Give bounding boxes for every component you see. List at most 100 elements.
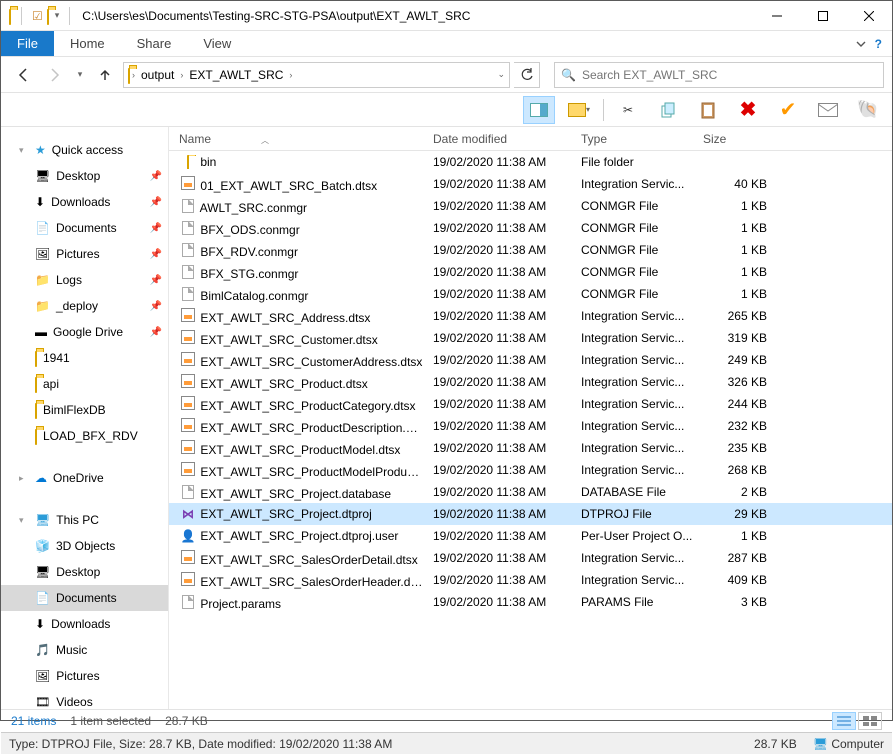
file-name: EXT_AWLT_SRC_SalesOrderDetail.dtsx [200, 553, 417, 567]
qat-properties-icon[interactable]: ☑ [32, 9, 43, 23]
file-row[interactable]: ⋈ EXT_AWLT_SRC_Project.dtproj19/02/2020 … [169, 503, 892, 525]
file-row[interactable]: BFX_RDV.conmgr19/02/2020 11:38 AMCONMGR … [169, 239, 892, 261]
back-button[interactable] [9, 61, 37, 89]
details-view-button[interactable] [832, 712, 856, 730]
item-label: Documents [56, 221, 117, 235]
preview-pane-button[interactable] [523, 96, 555, 124]
file-row[interactable]: EXT_AWLT_SRC_Project.database19/02/2020 … [169, 481, 892, 503]
column-type[interactable]: Type [571, 132, 693, 146]
details-pane-button[interactable]: ▾ [563, 96, 595, 124]
shell-icon[interactable]: 🐚 [852, 96, 884, 124]
search-box[interactable]: 🔍 [554, 62, 884, 88]
file-row[interactable]: 👤 EXT_AWLT_SRC_Project.dtproj.user19/02/… [169, 525, 892, 547]
sidebar-item[interactable]: 🎵Music [1, 637, 168, 663]
help-icon[interactable]: ? [875, 37, 882, 51]
file-row[interactable]: EXT_AWLT_SRC_CustomerAddress.dtsx19/02/2… [169, 349, 892, 371]
up-button[interactable] [91, 61, 119, 89]
file-row[interactable]: Project.params19/02/2020 11:38 AMPARAMS … [169, 591, 892, 613]
item-icon: 📄 [35, 221, 50, 235]
file-date: 19/02/2020 11:38 AM [423, 353, 571, 367]
file-tab[interactable]: File [1, 31, 54, 56]
file-row[interactable]: EXT_AWLT_SRC_SalesOrderHeader.dtsx19/02/… [169, 569, 892, 591]
item-icon: ⬇ [35, 617, 45, 631]
tab-home[interactable]: Home [54, 31, 121, 56]
tab-share[interactable]: Share [121, 31, 188, 56]
column-size[interactable]: Size [693, 132, 783, 146]
this-pc-header[interactable]: ▾🖥This PC [1, 507, 168, 533]
onedrive-header[interactable]: ▸☁OneDrive [1, 465, 168, 491]
sidebar-item[interactable]: api [1, 371, 168, 397]
rename-button[interactable]: ✔ [772, 96, 804, 124]
sidebar-item[interactable]: 🎞Videos [1, 689, 168, 709]
chevron-right-icon[interactable]: › [180, 70, 183, 80]
item-label: 3D Objects [56, 539, 115, 553]
quick-access-header[interactable]: ▾★Quick access [1, 137, 168, 163]
sidebar-item[interactable]: 🖼Pictures [1, 663, 168, 689]
recent-locations-button[interactable]: ▾ [73, 61, 87, 89]
thumbnails-view-button[interactable] [858, 712, 882, 730]
sidebar-item[interactable]: 🖼Pictures📌 [1, 241, 168, 267]
file-row[interactable]: BimlCatalog.conmgr19/02/2020 11:38 AMCON… [169, 283, 892, 305]
breadcrumb-output[interactable]: output [137, 68, 178, 82]
sidebar-item[interactable]: ▬Google Drive📌 [1, 319, 168, 345]
file-row[interactable]: EXT_AWLT_SRC_Address.dtsx19/02/2020 11:3… [169, 305, 892, 327]
file-row[interactable]: EXT_AWLT_SRC_Product.dtsx19/02/2020 11:3… [169, 371, 892, 393]
file-row[interactable]: bin19/02/2020 11:38 AMFile folder [169, 151, 892, 173]
sidebar-item[interactable]: 🧊3D Objects [1, 533, 168, 559]
sidebar-item[interactable]: 🖥Desktop [1, 559, 168, 585]
file-row[interactable]: EXT_AWLT_SRC_ProductModelProductDe...19/… [169, 459, 892, 481]
item-icon: 🖥 [35, 565, 50, 579]
address-bar[interactable]: › output › EXT_AWLT_SRC › ⌄ [123, 62, 510, 88]
search-input[interactable] [582, 68, 877, 82]
sidebar-item[interactable]: 📁Logs📌 [1, 267, 168, 293]
sidebar-item[interactable]: ⬇Downloads📌 [1, 189, 168, 215]
sidebar-item[interactable]: BimlFlexDB [1, 397, 168, 423]
file-row[interactable]: EXT_AWLT_SRC_ProductCategory.dtsx19/02/2… [169, 393, 892, 415]
file-row[interactable]: EXT_AWLT_SRC_SalesOrderDetail.dtsx19/02/… [169, 547, 892, 569]
item-icon: 📁 [35, 299, 50, 313]
chevron-right-icon[interactable]: › [132, 70, 135, 80]
file-row[interactable]: 01_EXT_AWLT_SRC_Batch.dtsx19/02/2020 11:… [169, 173, 892, 195]
sidebar-item[interactable]: 1941 [1, 345, 168, 371]
file-name: BFX_RDV.conmgr [200, 245, 298, 259]
address-dropdown-icon[interactable]: ⌄ [497, 69, 505, 80]
file-row[interactable]: AWLT_SRC.conmgr19/02/2020 11:38 AMCONMGR… [169, 195, 892, 217]
file-date: 19/02/2020 11:38 AM [423, 375, 571, 389]
file-icon [179, 396, 197, 413]
file-row[interactable]: BFX_STG.conmgr19/02/2020 11:38 AMCONMGR … [169, 261, 892, 283]
delete-button[interactable]: ✖ [732, 96, 764, 124]
chevron-right-icon[interactable]: › [289, 70, 292, 80]
file-row[interactable]: BFX_ODS.conmgr19/02/2020 11:38 AMCONMGR … [169, 217, 892, 239]
qat-newfolder-icon[interactable] [47, 9, 49, 23]
qat-dropdown-icon[interactable]: ▾ [55, 10, 60, 21]
refresh-button[interactable] [514, 62, 540, 88]
email-button[interactable] [812, 96, 844, 124]
paste-button[interactable] [692, 96, 724, 124]
file-date: 19/02/2020 11:38 AM [423, 155, 571, 169]
forward-button[interactable] [41, 61, 69, 89]
command-toolbar: ▾ ✂ ✖ ✔ 🐚 [1, 93, 892, 127]
sidebar-item[interactable]: 📄 Documents 📌 [1, 215, 168, 241]
maximize-button[interactable] [800, 1, 846, 31]
tab-view[interactable]: View [187, 31, 247, 56]
sidebar-item[interactable]: ⬇Downloads [1, 611, 168, 637]
cut-button[interactable]: ✂ [612, 96, 644, 124]
close-button[interactable] [846, 1, 892, 31]
pin-icon: 📌 [150, 223, 162, 234]
file-row[interactable]: EXT_AWLT_SRC_ProductModel.dtsx19/02/2020… [169, 437, 892, 459]
sidebar-item[interactable]: 📁_deploy📌 [1, 293, 168, 319]
file-row[interactable]: EXT_AWLT_SRC_Customer.dtsx19/02/2020 11:… [169, 327, 892, 349]
copy-button[interactable] [652, 96, 684, 124]
ribbon-expand-button[interactable]: ? [845, 31, 892, 56]
file-size: 235 KB [693, 441, 783, 455]
sidebar-item[interactable]: 📄Documents [1, 585, 168, 611]
sidebar-item[interactable]: 🖥Desktop📌 [1, 163, 168, 189]
minimize-button[interactable] [754, 1, 800, 31]
file-row[interactable]: EXT_AWLT_SRC_ProductDescription.dtsx19/0… [169, 415, 892, 437]
column-name[interactable]: Name︿ [169, 132, 423, 146]
breadcrumb-ext-awlt-src[interactable]: EXT_AWLT_SRC [185, 68, 287, 82]
file-name: EXT_AWLT_SRC_Project.dtproj [200, 507, 371, 521]
sidebar-item[interactable]: LOAD_BFX_RDV [1, 423, 168, 449]
file-icon [179, 242, 197, 259]
column-date[interactable]: Date modified [423, 132, 571, 146]
